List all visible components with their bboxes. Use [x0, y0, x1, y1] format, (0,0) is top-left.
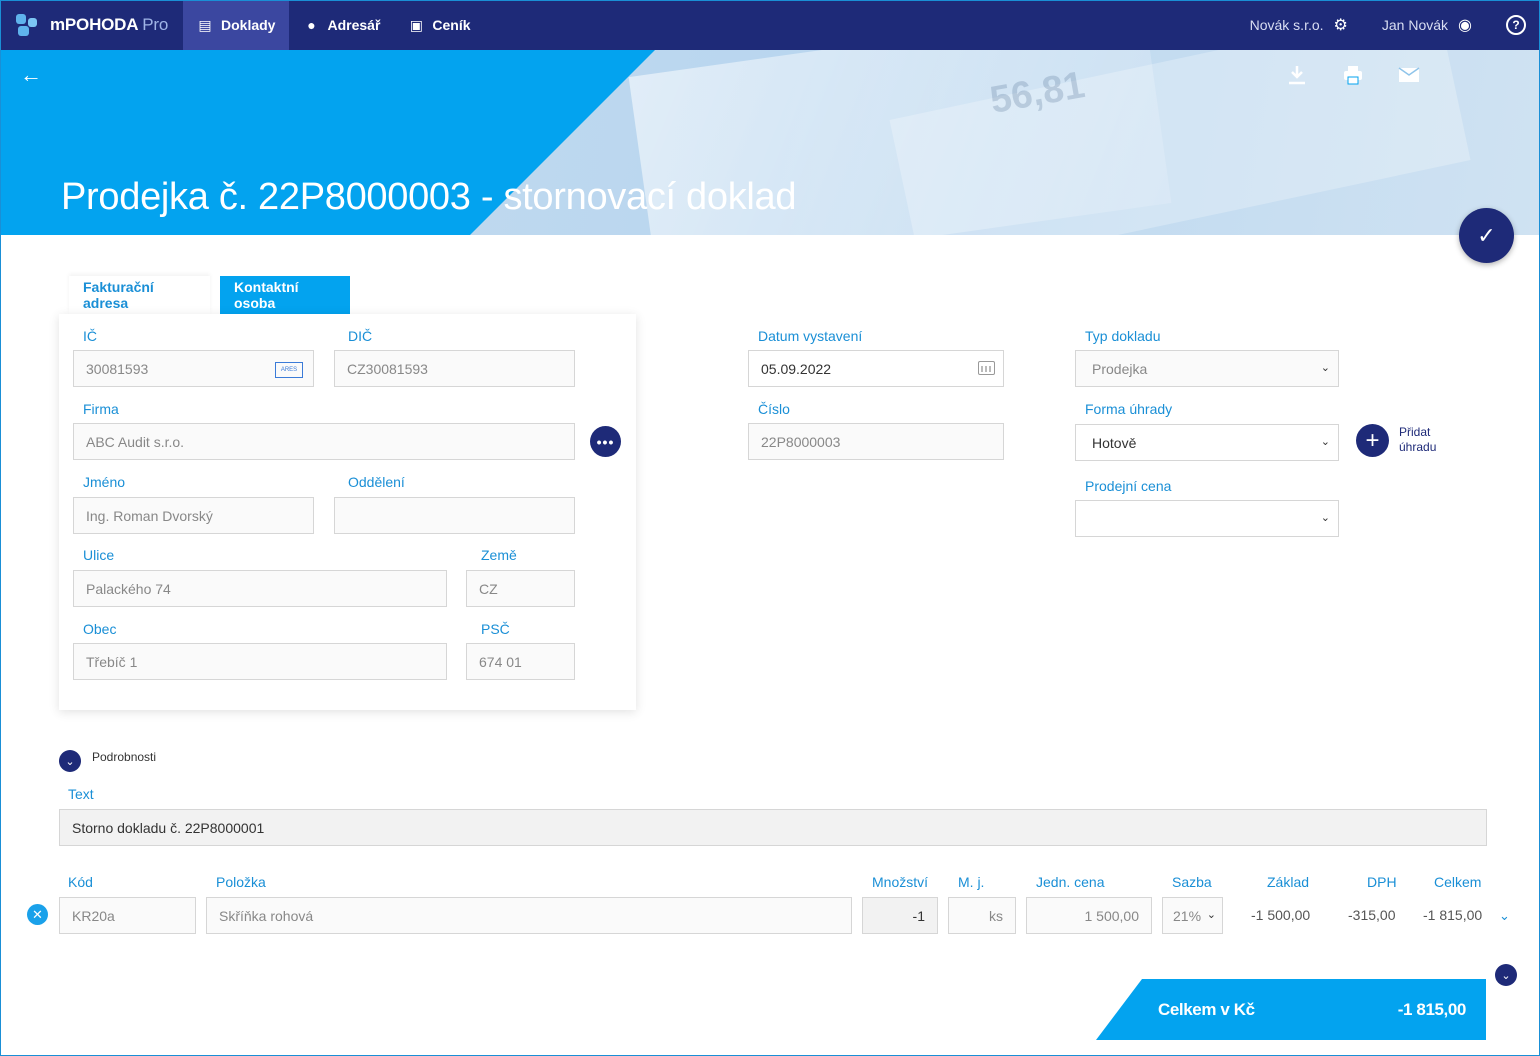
typ-select[interactable]: Prodejka ⌄ [1075, 350, 1339, 387]
app-name: mPOHODA Pro [50, 15, 169, 34]
zeme-input[interactable]: CZ [466, 570, 575, 607]
col-kod: Kód [68, 874, 93, 890]
gear-icon: ⚙ [1333, 17, 1348, 34]
datum-input[interactable]: 05.09.2022 [748, 350, 1004, 387]
chevron-down-icon: ⌄ [1320, 512, 1330, 524]
add-payment-label[interactable]: Přidat úhradu [1399, 425, 1459, 455]
expand-totals-chevron-icon[interactable]: ⌄ [1495, 964, 1517, 986]
remove-item-icon[interactable]: ✕ [27, 904, 48, 925]
dic-label: DIČ [348, 328, 373, 344]
obec-input[interactable]: Třebíč 1 [73, 643, 447, 680]
email-icon[interactable] [1396, 62, 1422, 88]
total-bar: Celkem v Kč -1 815,00 [1096, 979, 1486, 1040]
help-icon[interactable]: ? [1506, 15, 1526, 35]
ulice-label: Ulice [83, 547, 115, 563]
zeme-label: Země [481, 547, 517, 563]
col-mj: M. j. [958, 874, 985, 890]
item-mnozstvi-input[interactable]: -1 [862, 897, 938, 934]
ico-label: IČ [83, 328, 97, 344]
total-value: -1 815,00 [1397, 999, 1467, 1019]
col-mnozstvi: Množství [872, 874, 929, 890]
col-celkem: Celkem [1434, 874, 1482, 890]
tab-contact-person[interactable]: Kontaktní osoba [220, 276, 350, 314]
add-payment-button[interactable]: + [1356, 424, 1389, 457]
forma-select[interactable]: Hotově ⌄ [1075, 424, 1339, 461]
col-polozka: Položka [216, 874, 266, 890]
col-cena: Jedn. cena [1036, 874, 1105, 890]
psc-label: PSČ [481, 621, 510, 637]
text-label: Text [68, 786, 94, 802]
expand-row-chevron-icon[interactable]: ⌄ [1499, 908, 1510, 924]
chevron-down-icon: ⌄ [1320, 362, 1330, 374]
ico-input[interactable]: 30081593 ARES [73, 350, 314, 387]
datum-label: Datum vystavení [758, 328, 863, 344]
app-logo[interactable]: mPOHODA Pro [0, 0, 183, 50]
item-celkem: -1 815,00 [1423, 907, 1483, 923]
account-icon: ◉ [1458, 17, 1472, 34]
back-arrow-icon[interactable]: ← [20, 62, 42, 88]
cislo-input[interactable]: 22P8000003 [748, 423, 1004, 460]
firma-input[interactable]: ABC Audit s.r.o. [73, 423, 575, 460]
item-zaklad: -1 500,00 [1251, 907, 1311, 923]
total-label: Celkem v Kč [1158, 999, 1255, 1019]
confirm-check-button[interactable]: ✓ [1459, 208, 1514, 263]
jmeno-label: Jméno [83, 474, 126, 490]
top-navigation: mPOHODA Pro ▤ Doklady ● Adresář ▣ Ceník … [0, 0, 1540, 50]
calendar-icon[interactable] [978, 361, 995, 375]
typ-label: Typ dokladu [1085, 328, 1161, 344]
ulice-input[interactable]: Palackého 74 [73, 570, 447, 607]
jmeno-input[interactable]: Ing. Roman Dvorský [73, 497, 314, 534]
psc-input[interactable]: 674 01 [466, 643, 575, 680]
cena-label: Prodejní cena [1085, 478, 1172, 494]
nav-cenik[interactable]: ▣ Ceník [394, 0, 484, 50]
ares-lookup-icon[interactable]: ARES [275, 362, 303, 378]
details-toggle-label[interactable]: Podrobnosti [92, 750, 156, 764]
page-title: Prodejka č. 22P8000003 - stornovací dokl… [61, 176, 797, 218]
item-polozka-input[interactable]: Skříňka rohová [206, 897, 852, 934]
item-dph: -315,00 [1348, 907, 1396, 923]
forma-label: Forma úhrady [1085, 401, 1173, 417]
clipboard-icon: ▣ [409, 16, 423, 33]
item-cena-input[interactable]: 1 500,00 [1026, 897, 1152, 934]
person-icon: ● [307, 17, 316, 33]
chevron-down-icon: ⌄ [1320, 436, 1330, 448]
user-menu[interactable]: Jan Novák ◉ [1382, 15, 1472, 35]
item-mj-input[interactable]: ks [948, 897, 1016, 934]
print-icon[interactable] [1340, 62, 1366, 88]
firma-label: Firma [83, 401, 119, 417]
download-icon[interactable] [1284, 62, 1310, 88]
details-toggle-chevron-icon[interactable]: ⌄ [59, 750, 81, 772]
item-sazba-select[interactable]: 21% ⌄ [1162, 897, 1223, 934]
documents-icon: ▤ [198, 16, 212, 33]
dic-input[interactable]: CZ30081593 [334, 350, 575, 387]
text-input[interactable]: Storno dokladu č. 22P8000001 [59, 809, 1487, 846]
more-options-button[interactable]: ••• [590, 426, 621, 457]
col-sazba: Sazba [1172, 874, 1212, 890]
obec-label: Obec [83, 621, 117, 637]
col-zaklad: Základ [1267, 874, 1310, 890]
company-menu[interactable]: Novák s.r.o. ⚙ [1250, 15, 1348, 35]
cena-select[interactable]: ⌄ [1075, 500, 1339, 537]
nav-doklady[interactable]: ▤ Doklady [183, 0, 290, 50]
col-dph: DPH [1367, 874, 1397, 890]
chevron-down-icon: ⌄ [1206, 909, 1216, 921]
logo-icon [16, 14, 42, 36]
oddeleni-input[interactable] [334, 497, 575, 534]
item-kod-input[interactable]: KR20a [59, 897, 196, 934]
tab-billing-address[interactable]: Fakturační adresa [69, 276, 210, 314]
cislo-label: Číslo [758, 401, 790, 417]
nav-adresar[interactable]: ● Adresář [289, 0, 394, 50]
oddeleni-label: Oddělení [348, 474, 405, 490]
